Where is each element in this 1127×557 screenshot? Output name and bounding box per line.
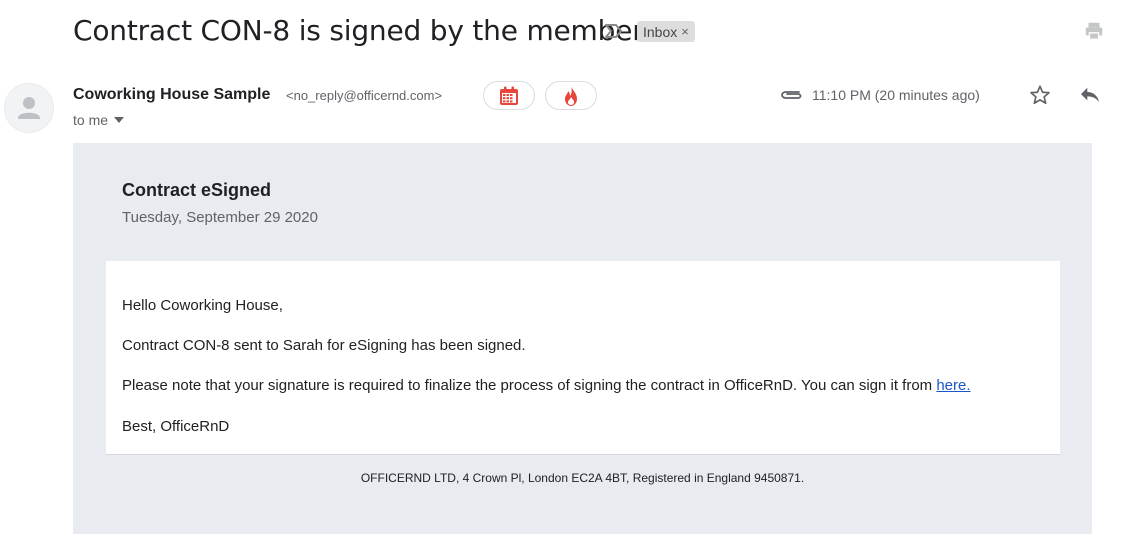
inbox-label-chip[interactable]: Inbox × [637,21,695,42]
reply-icon[interactable] [1079,86,1101,104]
print-icon[interactable] [1083,20,1105,42]
email-card-title: Contract eSigned [122,180,272,200]
paperclip-icon [779,87,803,103]
fire-icon [565,85,577,106]
signature-request-paragraph: Please note that your signature is requi… [122,377,971,394]
signature-request-text: Please note that your signature is requi… [122,377,937,394]
fire-chip-button[interactable] [545,81,597,110]
sender-avatar [4,83,54,133]
email-card-date: Tuesday, September 29 2020 [122,209,318,226]
important-marker-icon[interactable] [604,22,624,40]
sign-here-link[interactable]: here. [936,377,970,394]
signed-notice-text: Contract CON-8 sent to Sarah for eSignin… [122,337,526,354]
calendar-chip-button[interactable] [483,81,535,110]
email-body: Contract eSigned Tuesday, September 29 2… [73,143,1092,534]
company-footer: OFFICERND LTD, 4 Crown Pl, London EC2A 4… [360,471,805,485]
star-icon[interactable] [1029,84,1051,106]
chevron-down-icon [114,117,125,123]
email-subject: Contract CON-8 is signed by the member [73,14,644,47]
sender-name: Coworking House Sample [73,86,271,103]
inbox-label-text: Inbox [643,23,678,40]
greeting-text: Hello Coworking House, [122,297,283,314]
email-timestamp: 11:10 PM (20 minutes ago) [812,87,980,103]
sender-email: <no_reply@officernd.com> [286,88,443,103]
avatar-placeholder-icon [18,97,40,119]
recipient-dropdown[interactable]: to me [73,112,125,128]
remove-label-icon[interactable]: × [681,24,689,39]
message-card: Hello Coworking House, Contract CON-8 se… [106,261,1060,455]
signoff-text: Best, OfficeRnD [122,418,230,435]
recipient-label: to me [73,112,109,128]
calendar-icon [500,86,518,105]
